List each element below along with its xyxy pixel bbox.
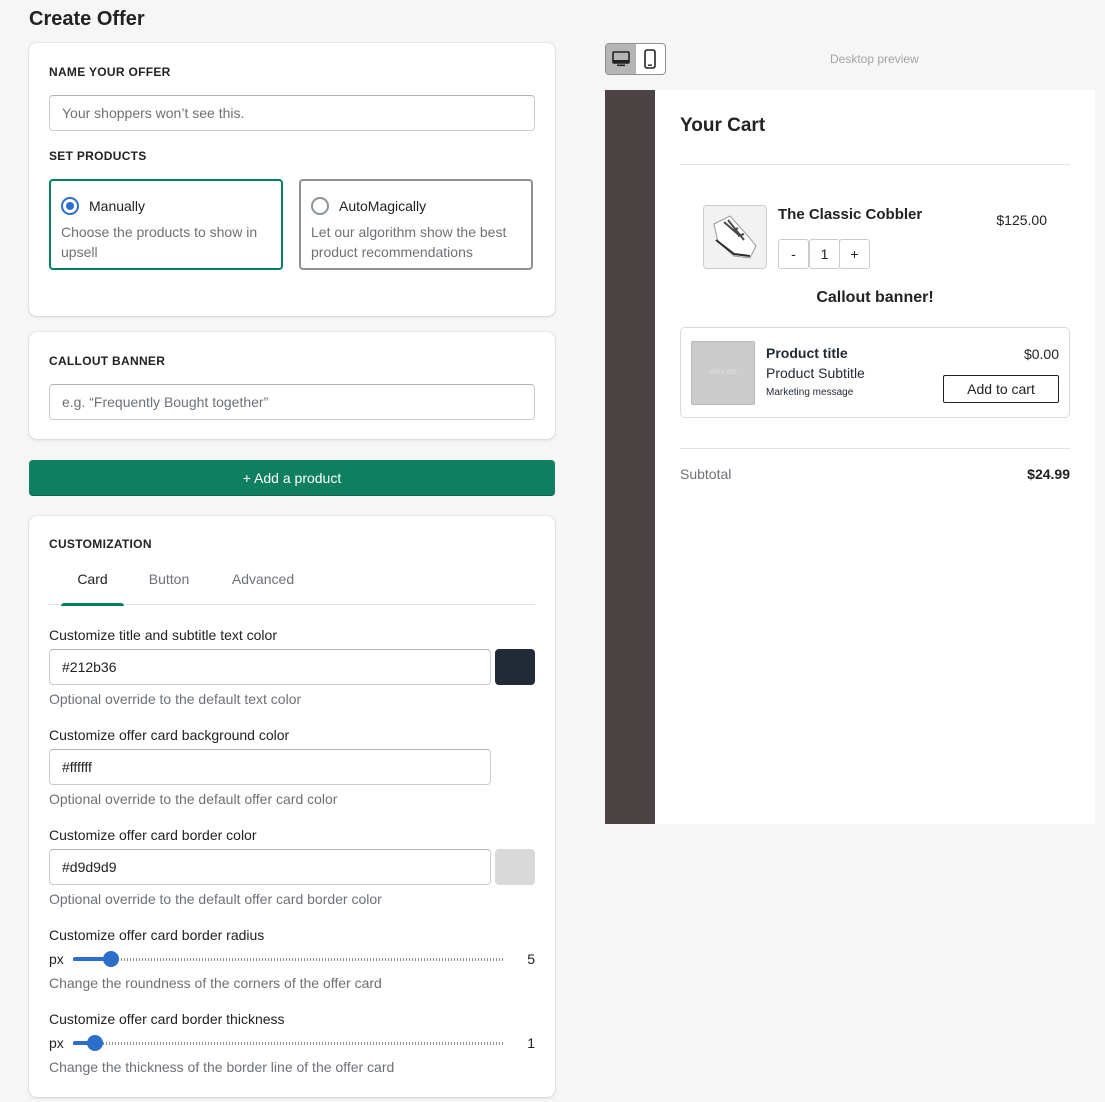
border-color-input[interactable] [49, 849, 491, 885]
radio-unselected-icon[interactable] [311, 197, 329, 215]
add-product-button[interactable]: + Add a product [29, 460, 555, 496]
border-radius-help: Change the roundness of the corners of t… [49, 975, 382, 991]
radio-selected-icon[interactable] [61, 197, 79, 215]
callout-banner: Callout banner! [816, 289, 934, 306]
subtotal-value: $24.99 [1027, 466, 1070, 482]
manually-description: Choose the products to show in upsell [61, 224, 258, 260]
set-products-heading: SET PRODUCTS [49, 149, 147, 163]
offer-subtitle: Product Subtitle [766, 365, 865, 381]
customization-tabs: Card Button Advanced [49, 566, 535, 606]
product-image [703, 205, 767, 269]
subtotal-label: Subtotal [680, 466, 732, 482]
page-title: Create Offer [29, 8, 145, 30]
desktop-preview-button[interactable] [606, 44, 636, 74]
divider [680, 448, 1070, 449]
tab-card[interactable]: Card [61, 566, 124, 606]
callout-banner-card: CALLOUT BANNER [29, 332, 555, 439]
text-color-label: Customize title and subtitle text color [49, 627, 277, 643]
slider-thumb[interactable] [103, 951, 120, 967]
cart-preview: Your Cart The Classic Cobbler $125.00 - … [605, 90, 1095, 824]
border-color-label: Customize offer card border color [49, 827, 257, 843]
border-thickness-label: Customize offer card border thickness [49, 1011, 285, 1027]
callout-banner-heading: CALLOUT BANNER [49, 354, 166, 368]
quantity-value[interactable]: 1 [809, 239, 840, 269]
automagically-description: Let our algorithm show the best product … [311, 224, 507, 260]
customization-heading: CUSTOMIZATION [49, 537, 152, 551]
bg-color-help: Optional override to the default offer c… [49, 791, 338, 807]
manually-option[interactable]: Manually Choose the products to show in … [49, 179, 283, 270]
cart-title: Your Cart [680, 115, 766, 136]
add-to-cart-button[interactable]: Add to cart [943, 375, 1059, 403]
text-color-help: Optional override to the default text co… [49, 691, 302, 707]
slider-track[interactable] [73, 1042, 503, 1045]
offer-title: Product title [766, 345, 848, 361]
offer-card: 200 × 200 Product title Product Subtitle… [680, 327, 1070, 418]
preview-sidebar [605, 90, 655, 824]
border-radius-unit: px [49, 951, 64, 967]
quantity-decrease-button[interactable]: - [778, 239, 809, 269]
desktop-icon [611, 51, 630, 67]
product-price: $125.00 [996, 212, 1047, 228]
bg-color-input[interactable] [49, 749, 491, 785]
border-color-help: Optional override to the default offer c… [49, 891, 382, 907]
tab-advanced[interactable]: Advanced [219, 566, 307, 605]
name-offer-heading: NAME YOUR OFFER [49, 65, 171, 79]
slider-track[interactable] [73, 958, 503, 961]
border-radius-label: Customize offer card border radius [49, 927, 265, 943]
automagically-label: AutoMagically [339, 198, 427, 214]
border-thickness-value: 1 [527, 1035, 535, 1051]
customization-card: CUSTOMIZATION Card Button Advanced Custo… [29, 516, 555, 1097]
offer-setup-card: NAME YOUR OFFER SET PRODUCTS Manually Ch… [29, 43, 555, 316]
divider [680, 164, 1070, 165]
shoe-image-icon [704, 206, 766, 268]
product-title: The Classic Cobbler [778, 206, 923, 223]
slider-thumb[interactable] [87, 1035, 104, 1051]
border-radius-value: 5 [527, 951, 535, 967]
preview-mode-label: Desktop preview [830, 52, 919, 66]
border-thickness-slider[interactable]: px 1 [49, 1033, 535, 1053]
offer-price: $0.00 [1023, 346, 1059, 362]
quantity-increase-button[interactable]: + [839, 239, 870, 269]
border-thickness-help: Change the thickness of the border line … [49, 1059, 395, 1075]
bg-color-swatch[interactable] [495, 749, 535, 785]
bg-color-label: Customize offer card background color [49, 727, 290, 743]
offer-image-placeholder: 200 × 200 [691, 341, 755, 405]
border-color-swatch[interactable] [495, 849, 535, 885]
border-radius-slider[interactable]: px 5 [49, 949, 535, 969]
tab-button[interactable]: Button [137, 566, 201, 605]
automagically-option[interactable]: AutoMagically Let our algorithm show the… [299, 179, 533, 270]
text-color-input[interactable] [49, 649, 491, 685]
offer-name-input[interactable] [49, 95, 535, 131]
mobile-icon [644, 49, 657, 69]
border-thickness-unit: px [49, 1035, 64, 1051]
offer-marketing-message: Marketing message [766, 387, 854, 398]
callout-banner-input[interactable] [49, 384, 535, 420]
manually-label: Manually [89, 198, 146, 214]
device-toggle [605, 43, 666, 75]
text-color-swatch[interactable] [495, 649, 535, 685]
mobile-preview-button[interactable] [636, 44, 666, 74]
